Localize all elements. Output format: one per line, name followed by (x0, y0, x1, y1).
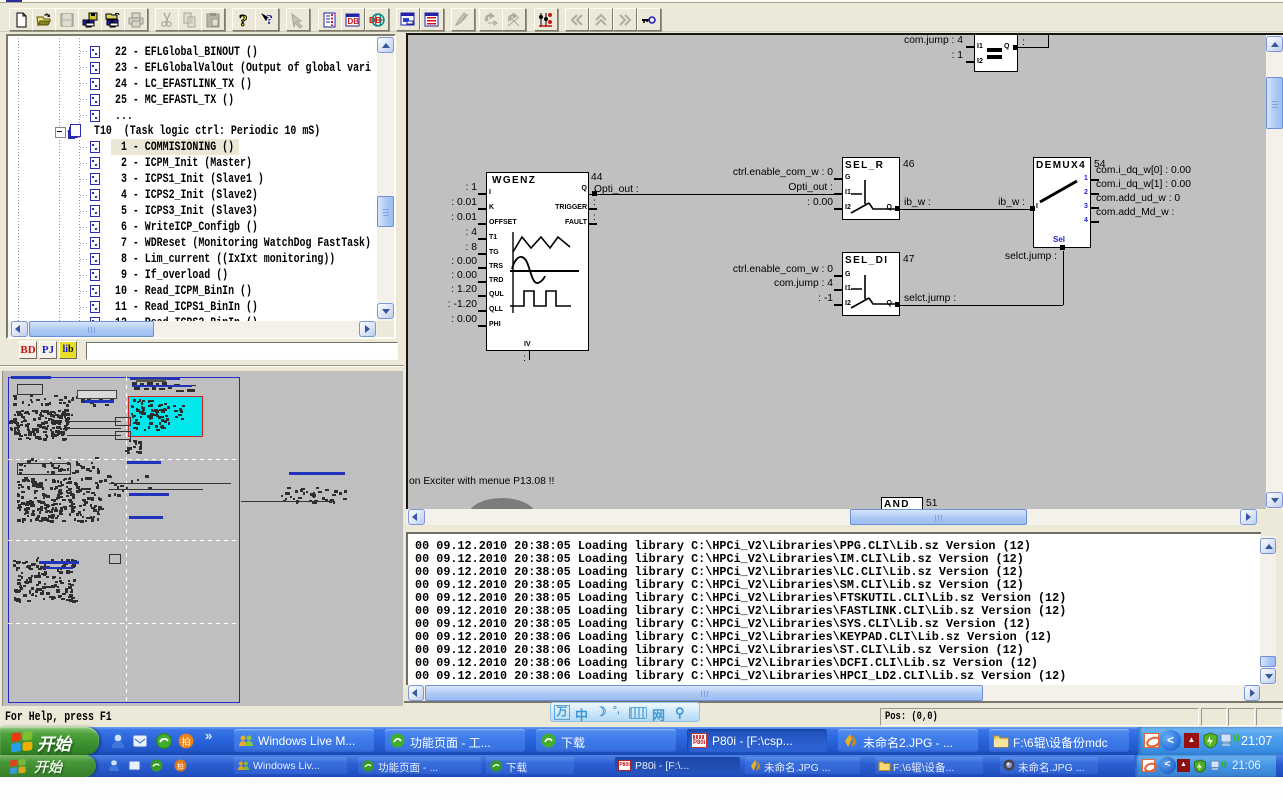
svg-text:拍: 拍 (177, 762, 184, 771)
svg-text:拍: 拍 (182, 736, 191, 747)
svg-text:DB: DB (348, 17, 360, 26)
svg-text:DB: DB (369, 15, 381, 25)
svg-text:?: ? (239, 11, 248, 29)
